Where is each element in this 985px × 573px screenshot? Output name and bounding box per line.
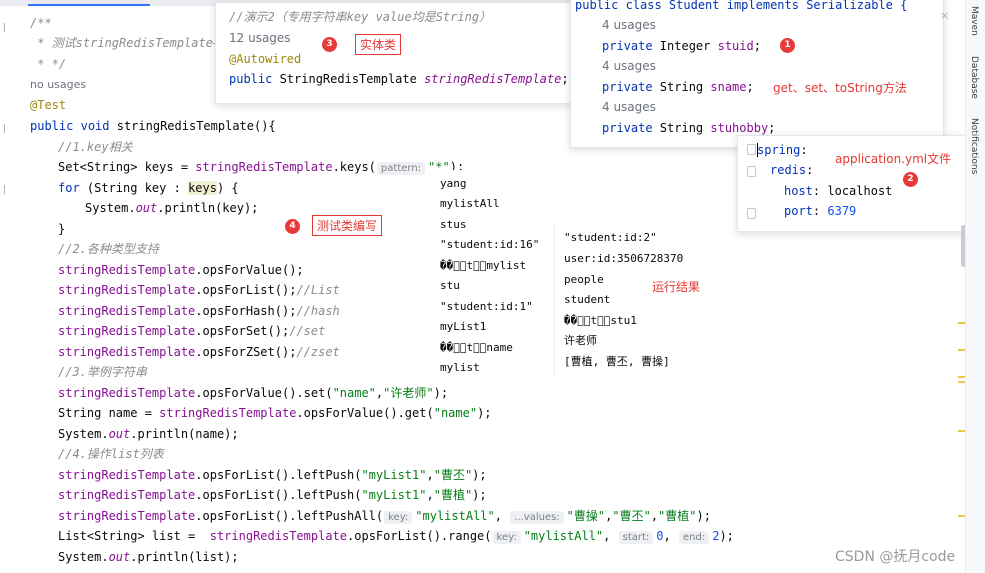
output-line: 许老师 bbox=[564, 334, 597, 347]
annotation-yml: application.yml文件 bbox=[835, 152, 952, 166]
usages-hint[interactable]: 12 usages bbox=[229, 28, 291, 48]
param-hint: key: bbox=[492, 531, 521, 544]
output-line: "student:id:2" bbox=[564, 231, 657, 244]
code-leftpush-1: stringRedisTemplate.opsForList().leftPus… bbox=[58, 468, 487, 482]
tool-window-strip: Maven Database Notifications bbox=[965, 0, 985, 573]
param-hint: end: bbox=[679, 531, 710, 544]
annotation-run-result: 运行结果 bbox=[652, 280, 701, 294]
yml-spring: spring: bbox=[757, 143, 808, 157]
code-brace: } bbox=[58, 222, 66, 236]
notifications-tab[interactable]: Notifications bbox=[969, 118, 979, 174]
fold-icon bbox=[747, 208, 756, 219]
yml-redis: redis: bbox=[770, 163, 814, 177]
output-line: mylistAll bbox=[440, 197, 500, 210]
code-set-name: stringRedisTemplate.opsForValue().set("n… bbox=[58, 386, 449, 400]
autowired-annotation: @Autowired bbox=[229, 52, 302, 66]
annotation-entity: 实体类 bbox=[355, 34, 402, 55]
code-range: List<String> list = stringRedisTemplate.… bbox=[58, 529, 734, 544]
code-keys-line: Set<String> keys = stringRedisTemplate.k… bbox=[58, 160, 465, 175]
code-ops-zset: stringRedisTemplate.opsForZSet();//zset bbox=[58, 345, 340, 359]
database-tab[interactable]: Database bbox=[969, 56, 979, 99]
param-hint: key: bbox=[384, 511, 413, 524]
comment-key: //1.key相关 bbox=[58, 140, 133, 154]
comment-string: //3.举例字符串 bbox=[58, 365, 147, 379]
code-ops-set: stringRedisTemplate.opsForSet();//set bbox=[58, 324, 326, 338]
field-sname: private String sname; bbox=[602, 80, 754, 94]
run-output-keys: yang mylistAll stus "student:id:16" �� … bbox=[430, 170, 554, 380]
param-hint: ...values: bbox=[510, 511, 564, 524]
code-editor[interactable]: /** * 测试stringRedisTemplate+ * */ no usa… bbox=[0, 0, 975, 573]
code-get-name: String name = stringRedisTemplate.opsFor… bbox=[58, 406, 492, 420]
class-header: public class Student implements Serializ… bbox=[575, 0, 908, 12]
fold-icon bbox=[747, 144, 756, 155]
usages-hint[interactable]: 4 usages bbox=[602, 15, 656, 35]
code-println-list: System.out.println(list); bbox=[58, 550, 239, 564]
maven-tab[interactable]: Maven bbox=[969, 6, 979, 36]
code-leftpushall: stringRedisTemplate.opsForList().leftPus… bbox=[58, 509, 711, 524]
output-line: �� t mylist bbox=[440, 259, 527, 272]
csdn-watermark: CSDN @抚月code bbox=[835, 549, 956, 565]
output-line: user:id:3506728370 bbox=[564, 252, 684, 265]
annotation-badge-4: 4 bbox=[285, 219, 300, 234]
yml-host: host: localhost bbox=[784, 184, 893, 198]
fold-icon bbox=[747, 166, 756, 177]
code-ops-list: stringRedisTemplate.opsForList();//List bbox=[58, 283, 340, 297]
annotation-test-class: 测试类编写 bbox=[312, 215, 383, 236]
yml-port: port: 6379 bbox=[784, 204, 857, 218]
comment-types: //2.各种类型支持 bbox=[58, 242, 159, 256]
student-class-popup: public class Student implements Serializ… bbox=[570, 0, 944, 148]
usages-hint[interactable]: 4 usages bbox=[602, 56, 656, 76]
output-line: people bbox=[564, 273, 604, 286]
output-line: student bbox=[564, 293, 611, 306]
output-line: stus bbox=[440, 218, 467, 231]
annotation-getset: get、set、toString方法 bbox=[773, 81, 907, 95]
run-output-values: "student:id:2" user:id:3506728370 people… bbox=[554, 225, 721, 375]
javadoc-open: /** bbox=[30, 16, 52, 30]
usages-hint[interactable]: no usages bbox=[30, 75, 86, 95]
output-line: �� t stu1 bbox=[564, 314, 637, 327]
popup-comment: //演示2（专用字符串key value均是String） bbox=[229, 10, 492, 24]
code-println-key: System.out.println(key); bbox=[85, 201, 259, 215]
output-line: mylist bbox=[440, 361, 480, 374]
comment-list: //4.操作list列表 bbox=[58, 447, 164, 461]
output-line: "student:id:1" bbox=[440, 300, 533, 313]
code-ops-value: stringRedisTemplate.opsForValue(); bbox=[58, 263, 304, 277]
output-line: stu bbox=[440, 279, 460, 292]
annotation-badge-3: 3 bbox=[322, 37, 337, 52]
annotation-badge-2: 2 bbox=[903, 172, 918, 187]
param-hint: pattern: bbox=[376, 162, 426, 175]
javadoc-body: * 测试stringRedisTemplate+ bbox=[30, 36, 221, 50]
code-leftpush-2: stringRedisTemplate.opsForList().leftPus… bbox=[58, 488, 487, 502]
output-line: �� t name bbox=[440, 341, 513, 354]
field-stuid: private Integer stuid; bbox=[602, 39, 761, 53]
code-for-line: for (String key : keys) { bbox=[58, 181, 239, 195]
param-hint: start: bbox=[618, 531, 654, 544]
output-line: "student:id:16" bbox=[440, 238, 540, 251]
annotation-badge-1: 1 bbox=[780, 38, 795, 53]
code-ops-hash: stringRedisTemplate.opsForHash();//hash bbox=[58, 304, 340, 318]
usages-hint[interactable]: 4 usages bbox=[602, 97, 656, 117]
code-println-name: System.out.println(name); bbox=[58, 427, 239, 441]
method-signature: public void stringRedisTemplate(){ bbox=[30, 119, 276, 133]
javadoc-close: * */ bbox=[30, 57, 67, 71]
output-line: [曹植, 曹丕, 曹操] bbox=[564, 355, 670, 368]
output-line: myList1 bbox=[440, 320, 487, 333]
close-icon[interactable]: × bbox=[940, 9, 949, 22]
output-line: yang bbox=[440, 177, 467, 190]
field-declaration: public StringRedisTemplate stringRedisTe… bbox=[229, 72, 569, 86]
test-annotation: @Test bbox=[30, 98, 67, 112]
